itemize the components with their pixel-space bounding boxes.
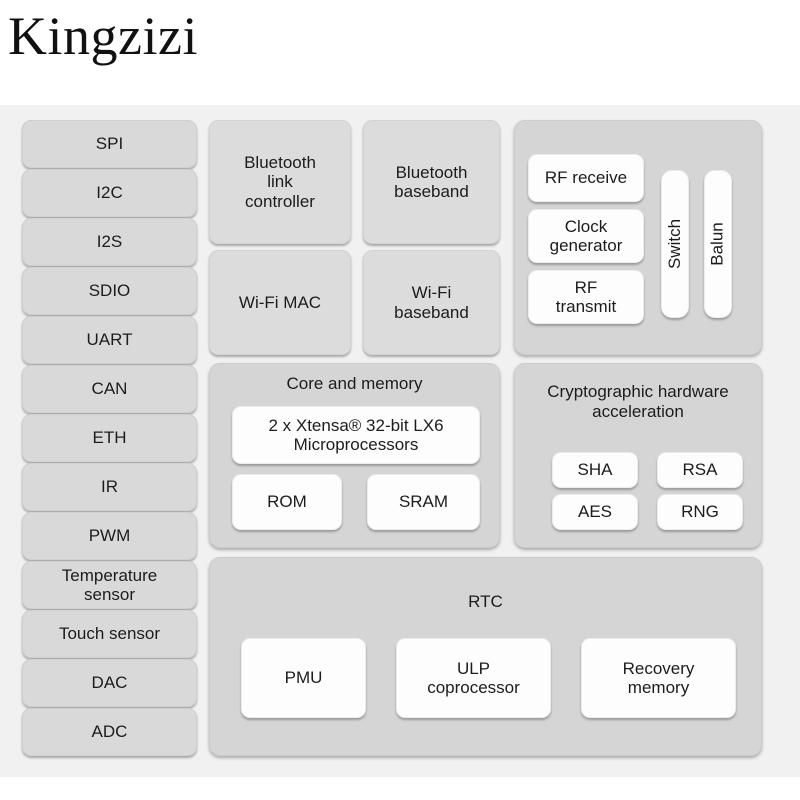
peripheral-block-eth[interactable]: ETH [22, 414, 197, 462]
core-block-rom[interactable]: ROM [232, 474, 342, 530]
peripheral-block-touch-sensor[interactable]: Touch sensor [22, 610, 197, 658]
peripheral-block-spi[interactable]: SPI [22, 120, 197, 168]
core-and-memory-title: Core and memory [286, 374, 423, 393]
peripheral-block-pwm[interactable]: PWM [22, 512, 197, 560]
core-block-cpu[interactable]: 2 x Xtensa® 32-bit LX6 Microprocessors [232, 406, 480, 464]
crypto-block-aes[interactable]: AES [552, 494, 638, 530]
peripheral-block-can[interactable]: CAN [22, 365, 197, 413]
peripheral-block-ir[interactable]: IR [22, 463, 197, 511]
soc-block-diagram: SPI I2C I2S SDIO UART CAN ETH IR PWM Tem… [0, 105, 800, 777]
rf-block-receive[interactable]: RF receive [528, 154, 644, 202]
rf-block-clock-generator[interactable]: Clock generator [528, 209, 644, 263]
core-and-memory-panel: Core and memory 2 x Xtensa® 32-bit LX6 Mi… [209, 363, 500, 548]
rtc-title: RTC [468, 592, 503, 611]
rf-panel: RF receive Clock generator RF transmit Swi… [514, 120, 762, 355]
peripheral-block-uart[interactable]: UART [22, 316, 197, 364]
radio-block-bluetooth-baseband[interactable]: Bluetooth baseband [363, 120, 500, 244]
radio-block-bluetooth-link-controller[interactable]: Bluetooth link controller [209, 120, 351, 244]
rtc-block-pmu[interactable]: PMU [241, 638, 366, 718]
crypto-panel: Cryptographic hardware acceleration SHA R… [514, 363, 762, 548]
rf-block-switch-label: Switch [665, 218, 685, 270]
core-block-sram[interactable]: SRAM [367, 474, 480, 530]
brand-header: Kingzizi [0, 0, 800, 105]
rtc-block-ulp-coprocessor[interactable]: ULP coprocessor [396, 638, 551, 718]
peripheral-block-i2c[interactable]: I2C [22, 169, 197, 217]
rf-block-balun[interactable]: Balun [704, 170, 732, 318]
crypto-block-rsa[interactable]: RSA [657, 452, 743, 488]
rf-block-switch[interactable]: Switch [661, 170, 689, 318]
rf-block-balun-label: Balun [708, 222, 728, 266]
peripheral-block-i2s[interactable]: I2S [22, 218, 197, 266]
crypto-title: Cryptographic hardware acceleration [547, 382, 729, 422]
bottom-padding [0, 777, 800, 800]
peripheral-block-dac[interactable]: DAC [22, 659, 197, 707]
crypto-block-rng[interactable]: RNG [657, 494, 743, 530]
peripheral-block-temperature-sensor[interactable]: Temperature sensor [22, 561, 197, 609]
radio-block-wifi-baseband[interactable]: Wi-Fi baseband [363, 250, 500, 355]
rtc-panel: RTC PMU ULP coprocessor Recovery memory [209, 557, 762, 756]
radio-block-wifi-mac[interactable]: Wi-Fi MAC [209, 250, 351, 355]
rtc-block-recovery-memory[interactable]: Recovery memory [581, 638, 736, 718]
peripheral-block-sdio[interactable]: SDIO [22, 267, 197, 315]
peripheral-block-adc[interactable]: ADC [22, 708, 197, 756]
rf-block-transmit[interactable]: RF transmit [528, 270, 644, 324]
crypto-block-sha[interactable]: SHA [552, 452, 638, 488]
page-title: Kingzizi [8, 6, 198, 66]
